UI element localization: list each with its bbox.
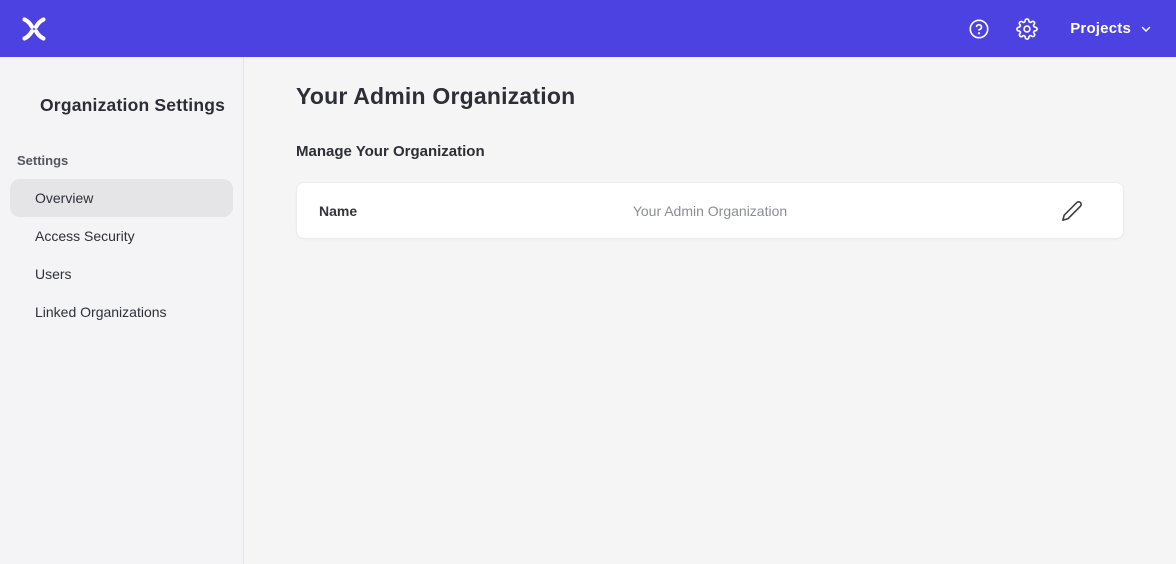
organization-name-card: Name Your Admin Organization — [296, 182, 1124, 239]
sidebar-item-overview[interactable]: Overview — [10, 179, 233, 217]
sidebar-item-linked-organizations[interactable]: Linked Organizations — [10, 293, 233, 331]
help-icon[interactable] — [968, 18, 990, 40]
section-title: Manage Your Organization — [296, 143, 1124, 160]
sidebar-section-label: Settings — [0, 153, 243, 168]
name-value: Your Admin Organization — [297, 203, 1123, 219]
sidebar-item-label: Access Security — [35, 228, 135, 244]
sidebar-title: Organization Settings — [0, 95, 243, 116]
sidebar-item-users[interactable]: Users — [10, 255, 233, 293]
sidebar-item-label: Users — [35, 266, 72, 282]
sidebar-item-access-security[interactable]: Access Security — [10, 217, 233, 255]
topbar-actions: Projects — [968, 18, 1152, 40]
main-content: Your Admin Organization Manage Your Orga… — [244, 57, 1176, 564]
sidebar-item-label: Overview — [35, 190, 93, 206]
name-label: Name — [319, 203, 357, 219]
edit-name-pencil-icon[interactable] — [1061, 200, 1083, 222]
sidebar-nav: Overview Access Security Users Linked Or… — [0, 179, 243, 331]
page-title: Your Admin Organization — [296, 83, 1124, 110]
gear-icon[interactable] — [1016, 18, 1038, 40]
page-layout: Organization Settings Settings Overview … — [0, 57, 1176, 564]
chevron-down-icon — [1140, 23, 1152, 35]
topbar: Projects — [0, 0, 1176, 57]
brand-x-logo-icon[interactable] — [20, 15, 50, 43]
projects-label: Projects — [1070, 20, 1131, 37]
projects-menu[interactable]: Projects — [1070, 20, 1152, 37]
sidebar-item-label: Linked Organizations — [35, 304, 167, 320]
sidebar: Organization Settings Settings Overview … — [0, 57, 244, 564]
